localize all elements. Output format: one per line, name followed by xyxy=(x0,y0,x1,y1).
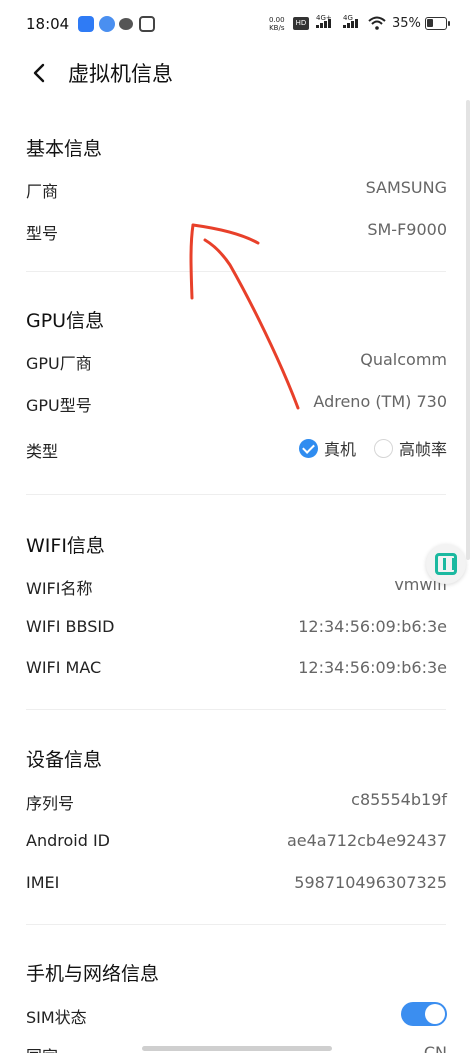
radio-label: 真机 xyxy=(323,440,356,459)
wifi-name-label: WIFI名称 xyxy=(26,579,93,598)
gpu-vendor-label: GPU厂商 xyxy=(26,354,92,373)
floating-tool-icon xyxy=(435,553,457,575)
notification-app-icon xyxy=(99,16,115,32)
divider xyxy=(26,709,446,710)
section-title-network: 手机与网络信息 xyxy=(26,963,160,985)
gpu-model-label: GPU型号 xyxy=(26,396,92,415)
wechat-icon xyxy=(119,18,133,30)
divider xyxy=(26,924,446,925)
section-title-device: 设备信息 xyxy=(26,749,103,771)
notification-app-icon xyxy=(78,16,94,32)
radio-checked-icon xyxy=(298,438,318,458)
manufacturer-label: 厂商 xyxy=(26,182,59,201)
imei-value[interactable]: 598710496307325 xyxy=(294,873,447,892)
wifi-bssid-value[interactable]: 12:34:56:09:b6:3e xyxy=(298,617,447,636)
radio-unchecked-icon xyxy=(373,438,393,458)
gpu-vendor-value[interactable]: Qualcomm xyxy=(360,350,447,369)
divider xyxy=(26,494,446,495)
gpu-type-radio-group: 真机 高帧率 xyxy=(298,436,447,460)
hd-voice-icon: HD xyxy=(293,17,309,30)
status-bar: 18:04 0.00 KB/s HD 4G+ 4G 35% xyxy=(0,0,474,50)
serial-label: 序列号 xyxy=(26,794,75,813)
section-title-gpu: GPU信息 xyxy=(26,310,105,332)
sim-status-label: SIM状态 xyxy=(26,1008,87,1027)
imei-label: IMEI xyxy=(26,873,60,892)
radio-label: 高帧率 xyxy=(398,440,447,459)
battery-icon xyxy=(425,17,450,30)
country-value[interactable]: CN xyxy=(424,1043,447,1053)
scrollbar[interactable] xyxy=(466,100,470,560)
model-label: 型号 xyxy=(26,224,59,243)
radio-high-frame-rate[interactable]: 高帧率 xyxy=(373,436,447,460)
floating-tool-button[interactable] xyxy=(426,544,466,584)
wifi-mac-value[interactable]: 12:34:56:09:b6:3e xyxy=(298,658,447,677)
manufacturer-value[interactable]: SAMSUNG xyxy=(366,178,447,197)
page-title: 虚拟机信息 xyxy=(68,62,173,86)
sim-status-toggle[interactable] xyxy=(401,1002,447,1026)
gpu-type-label: 类型 xyxy=(26,442,59,461)
gpu-model-value[interactable]: Adreno (TM) 730 xyxy=(313,392,447,411)
country-label: 国家 xyxy=(26,1043,58,1053)
wifi-mac-label: WIFI MAC xyxy=(26,658,102,677)
sim1-signal-icon xyxy=(316,19,331,28)
android-id-value[interactable]: ae4a712cb4e92437 xyxy=(287,831,447,850)
model-value[interactable]: SM-F9000 xyxy=(367,220,447,239)
section-title-basic: 基本信息 xyxy=(26,138,103,160)
notification-app-icon xyxy=(139,16,155,32)
sim2-signal-icon xyxy=(343,19,358,28)
serial-value[interactable]: c85554b19f xyxy=(351,790,447,809)
battery-percent: 35% xyxy=(392,16,421,31)
section-title-wifi: WIFI信息 xyxy=(26,535,105,557)
wifi-icon xyxy=(368,16,386,30)
home-indicator[interactable] xyxy=(142,1046,332,1051)
android-id-label: Android ID xyxy=(26,831,110,850)
radio-real-device[interactable]: 真机 xyxy=(298,436,356,460)
status-time: 18:04 xyxy=(26,15,70,33)
app-header: 虚拟机信息 xyxy=(0,50,474,94)
network-speed: 0.00 KB/s xyxy=(269,16,285,32)
divider xyxy=(26,271,446,272)
back-arrow-icon[interactable] xyxy=(24,58,54,88)
wifi-bssid-label: WIFI BBSID xyxy=(26,617,115,636)
virtual-machine-info-screen: 18:04 0.00 KB/s HD 4G+ 4G 35% 虚拟机信息 基本信息… xyxy=(0,0,474,1053)
